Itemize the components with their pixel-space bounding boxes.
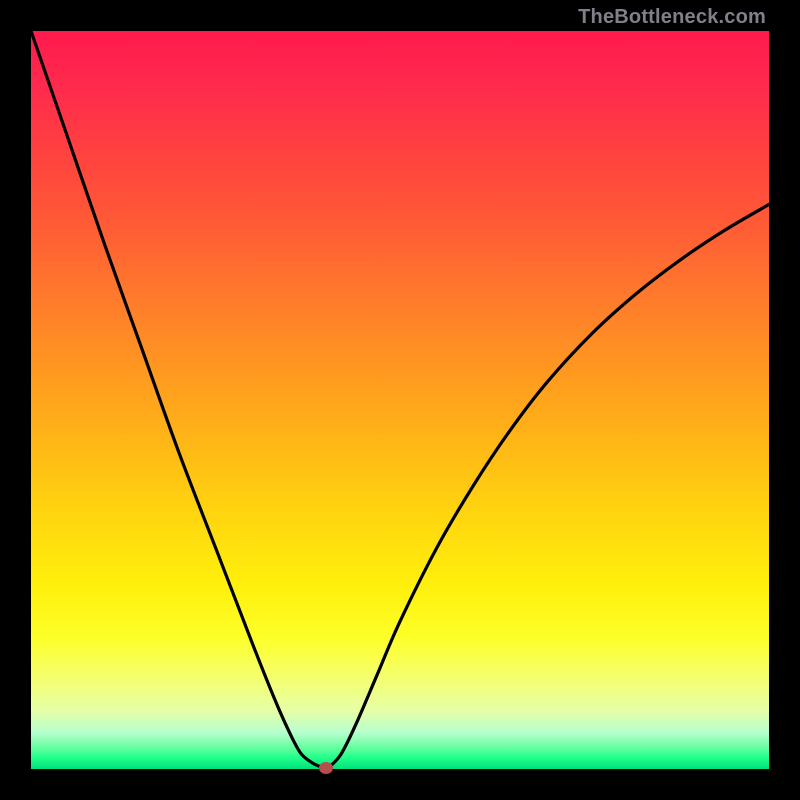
optimal-point-marker — [319, 762, 333, 774]
bottleneck-curve — [31, 31, 769, 769]
chart-frame: TheBottleneck.com — [0, 0, 800, 800]
plot-area — [31, 31, 769, 769]
attribution-watermark: TheBottleneck.com — [578, 6, 766, 29]
